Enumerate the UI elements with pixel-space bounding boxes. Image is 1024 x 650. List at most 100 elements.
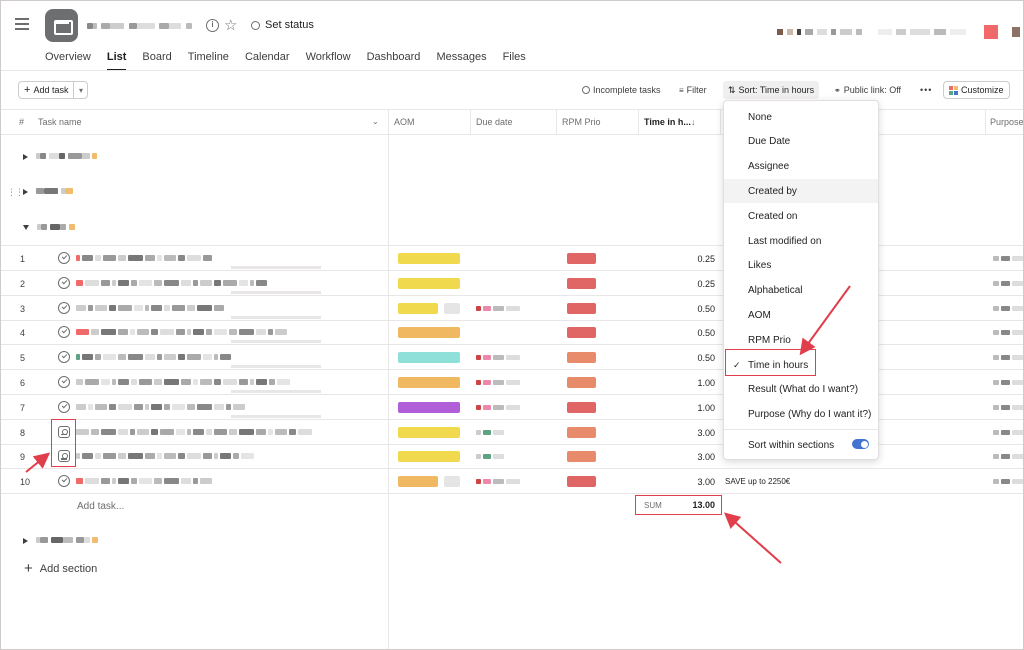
customize-button[interactable]: Customize [943,81,1010,99]
sort-button[interactable]: ⇅ Sort: Time in hours [723,81,820,99]
sort-option-purpose-why-do-i-want-it[interactable]: Purpose (Why do I want it?) [724,403,878,427]
time-in-hours-value[interactable]: 3.00 [641,452,715,462]
chevron-down-icon[interactable]: ▾ [73,82,87,98]
chevron-down-icon[interactable]: ⌄ [372,117,379,126]
incomplete-tasks-button[interactable]: Incomplete tasks [577,81,666,99]
rpm-prio-tag[interactable] [567,476,596,488]
complete-check-icon[interactable] [58,252,70,264]
time-in-hours-value[interactable]: 0.50 [641,328,715,338]
task-name-redacted[interactable] [76,279,267,286]
time-in-hours-value[interactable]: 0.25 [641,279,715,289]
time-in-hours-value[interactable]: 1.00 [641,403,715,413]
sort-within-sections-toggle[interactable] [852,439,869,449]
section-collapsed-2[interactable] [23,186,73,197]
column-header-aom[interactable]: AOM [394,117,415,127]
time-in-hours-value[interactable]: 3.00 [641,477,715,487]
add-task-inline[interactable]: Add task... [77,501,124,512]
time-in-hours-value[interactable]: 0.50 [641,353,715,363]
task-name-redacted[interactable] [76,329,287,336]
time-in-hours-value[interactable]: 3.00 [641,428,715,438]
rpm-prio-tag[interactable] [567,277,596,289]
task-name-redacted[interactable] [76,453,254,460]
complete-check-icon[interactable] [58,351,70,364]
due-date-redacted[interactable] [476,454,504,460]
due-date-redacted[interactable] [476,404,520,410]
due-date-redacted[interactable] [476,479,520,485]
task-name-redacted[interactable] [76,403,245,410]
time-in-hours-value[interactable]: 1.00 [641,378,715,388]
aom-tag[interactable] [398,302,438,314]
aom-tag[interactable] [398,426,460,438]
tab-workflow[interactable]: Workflow [306,51,351,71]
aom-tag[interactable] [398,476,438,488]
rpm-prio-tag[interactable] [567,401,596,413]
purpose-redacted[interactable] [993,256,1023,261]
tab-files[interactable]: Files [503,51,526,71]
rpm-prio-tag[interactable] [567,377,596,388]
purpose-redacted[interactable] [993,404,1023,410]
complete-check-icon[interactable] [58,475,70,488]
aom-tag[interactable] [398,277,460,289]
sort-option-assignee[interactable]: Assignee [724,155,878,179]
project-name-redacted[interactable] [87,17,192,31]
complete-check-icon[interactable] [58,376,70,388]
filter-button[interactable]: ≡ Filter [674,81,712,99]
aom-tag[interactable] [398,253,460,264]
sort-option-created-by[interactable]: Created by [724,179,878,204]
result-value[interactable]: SAVE up to 2250€ [725,477,790,486]
rpm-prio-tag[interactable] [567,302,596,314]
add-task-button[interactable]: + Add task [19,82,73,98]
column-header-purpose[interactable]: Purpose [990,117,1023,127]
rpm-prio-tag[interactable] [567,352,596,364]
tab-board[interactable]: Board [142,51,171,71]
due-date-redacted[interactable] [476,380,520,385]
sort-option-none[interactable]: None [724,105,878,129]
sort-option-likes[interactable]: Likes [724,254,878,278]
purpose-redacted[interactable] [993,454,1023,460]
tab-messages[interactable]: Messages [436,51,486,71]
rpm-prio-tag[interactable] [567,253,596,264]
table-row[interactable]: 10 3.00 SAVE up to 2250€ [1,469,1023,495]
add-section-button[interactable]: + Add section [24,561,97,576]
tab-calendar[interactable]: Calendar [245,51,290,71]
aom-tag-secondary[interactable] [444,302,460,314]
section-collapsed-3[interactable] [23,535,99,546]
column-header-time-in-hours[interactable]: Time in h... [644,117,691,127]
rpm-prio-tag[interactable] [567,327,596,339]
due-date-redacted[interactable] [476,355,520,361]
complete-check-icon[interactable] [58,301,70,314]
task-name-redacted[interactable] [76,478,212,485]
task-name-redacted[interactable] [76,304,224,311]
due-date-redacted[interactable] [476,305,520,311]
aom-tag[interactable] [398,377,460,388]
aom-tag[interactable] [398,327,460,339]
sort-option-alphabetical[interactable]: Alphabetical [724,279,878,303]
aom-tag-secondary[interactable] [444,476,460,488]
aom-tag[interactable] [398,352,460,364]
complete-check-icon[interactable] [58,276,70,289]
star-icon[interactable]: ☆ [224,16,237,34]
column-header-task-name[interactable]: Task name [38,117,82,127]
info-icon[interactable]: i [206,19,219,32]
column-header-due-date[interactable]: Due date [476,117,513,127]
tab-timeline[interactable]: Timeline [188,51,229,71]
purpose-redacted[interactable] [993,479,1023,485]
task-name-redacted[interactable] [76,255,212,261]
purpose-redacted[interactable] [993,355,1023,361]
more-options-icon[interactable]: ••• [915,81,937,99]
rpm-prio-tag[interactable] [567,451,596,463]
hamburger-menu-icon[interactable] [15,18,29,30]
tab-list[interactable]: List [106,51,126,71]
aom-tag[interactable] [398,451,460,463]
public-link-button[interactable]: ⚭ Public link: Off [829,81,906,99]
project-members-redacted[interactable] [777,25,1023,39]
sort-option-aom[interactable]: AOM [724,303,878,327]
tab-overview[interactable]: Overview [45,51,91,71]
time-in-hours-value[interactable]: 0.25 [641,254,715,264]
tab-dashboard[interactable]: Dashboard [367,51,421,71]
rpm-prio-tag[interactable] [567,426,596,438]
purpose-redacted[interactable] [993,380,1023,385]
sort-option-created-on[interactable]: Created on [724,204,878,228]
purpose-redacted[interactable] [993,280,1023,286]
purpose-redacted[interactable] [993,330,1023,336]
